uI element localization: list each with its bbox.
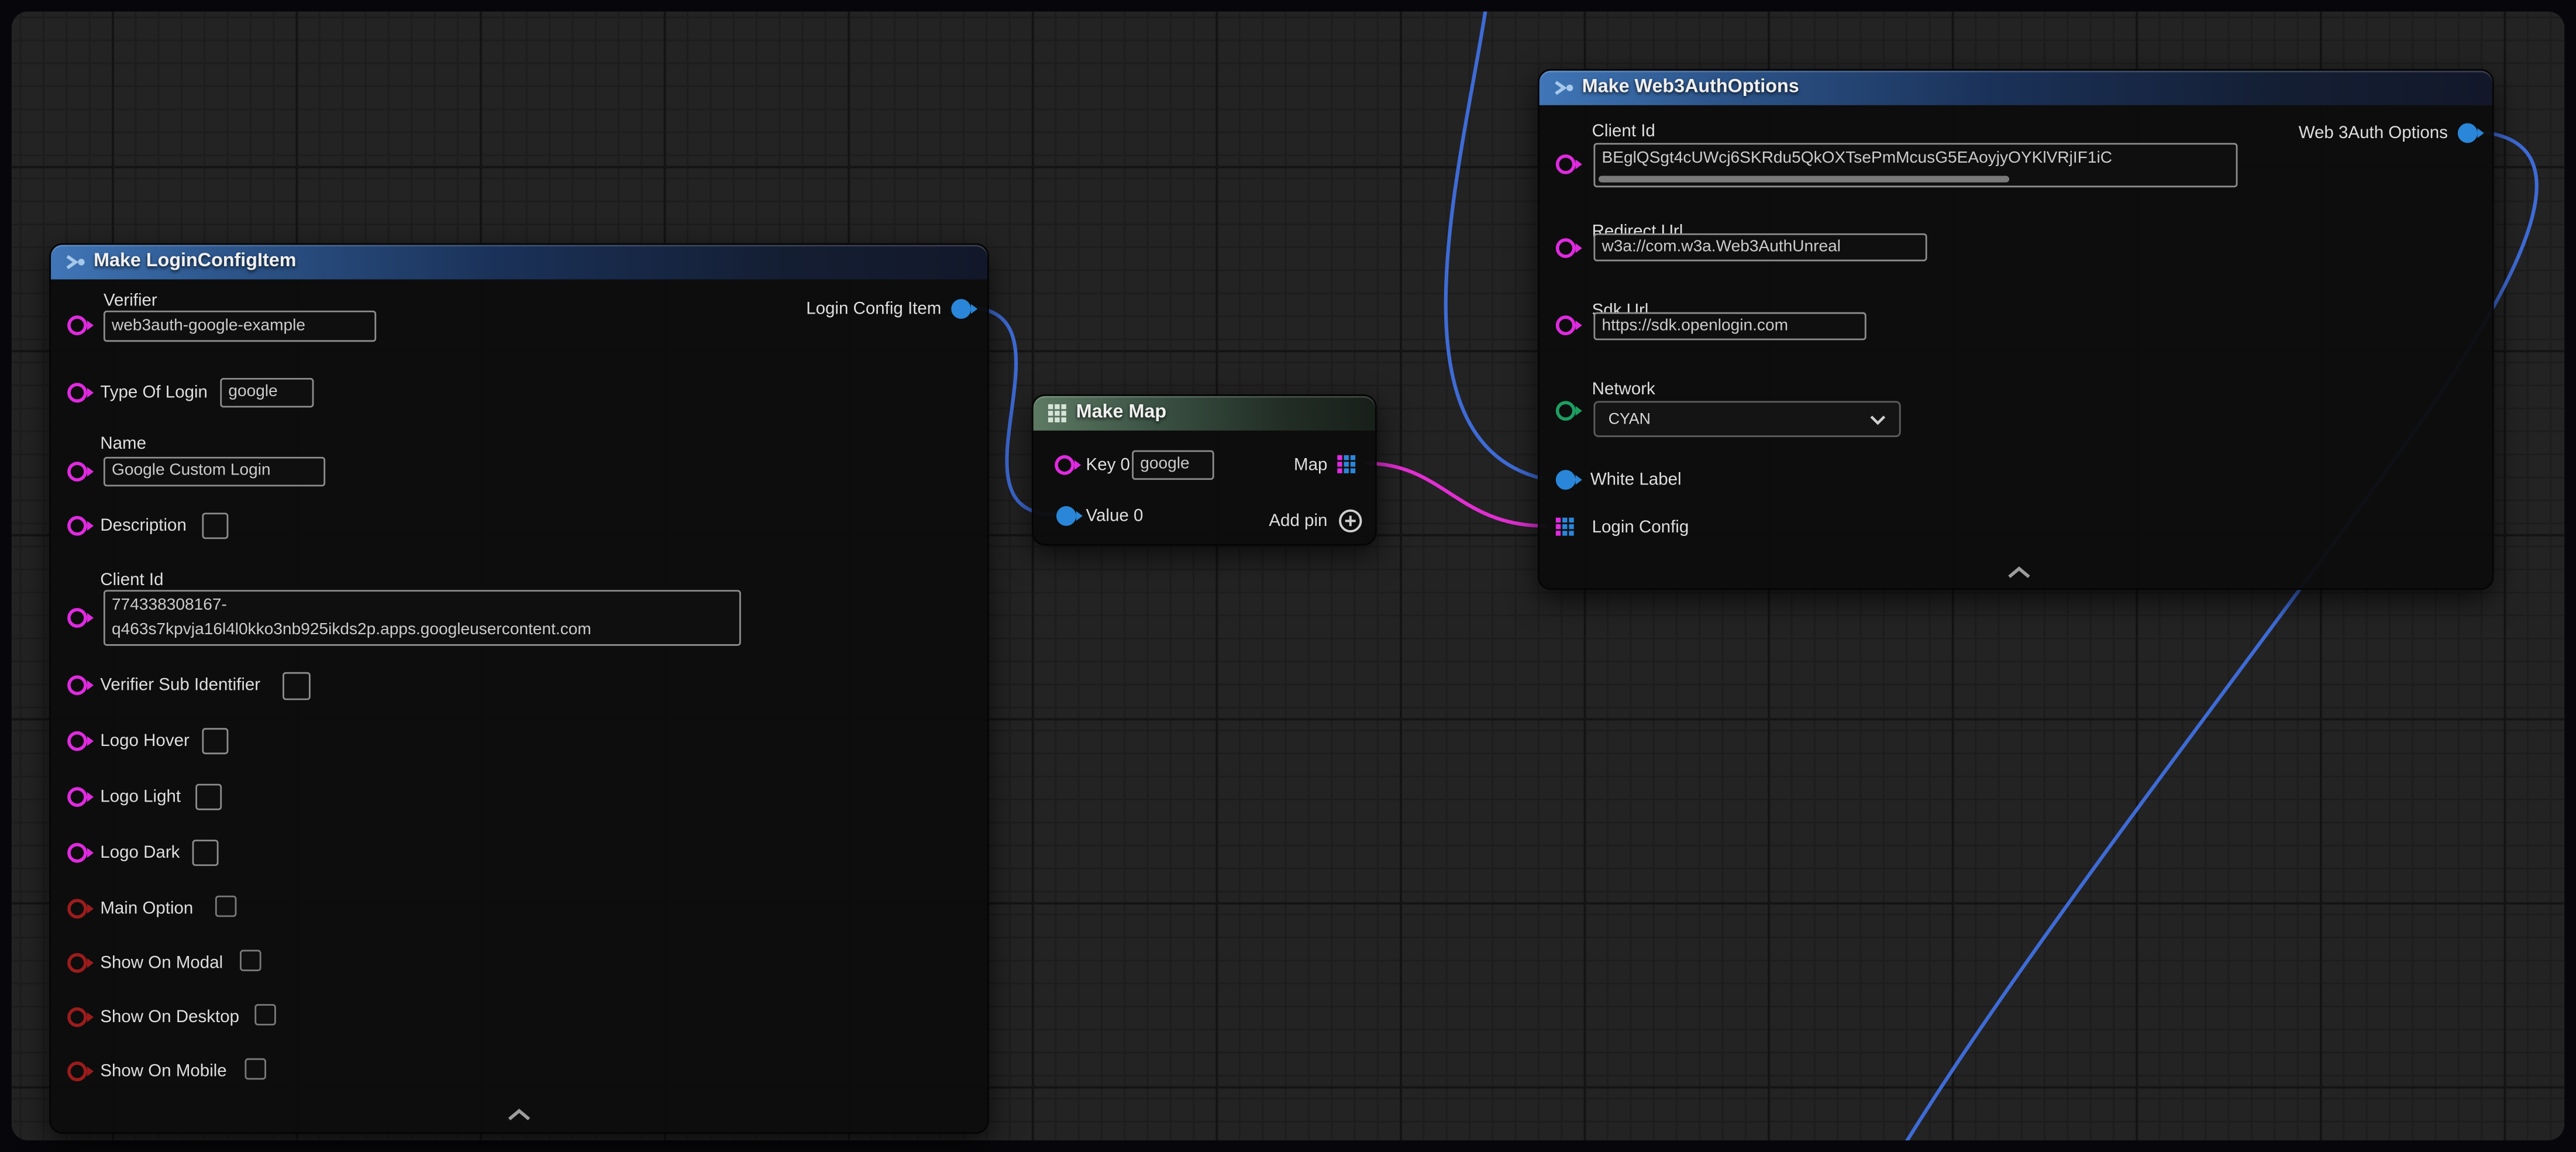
make-struct-icon bbox=[64, 252, 87, 280]
show-on-mobile-label: Show On Mobile bbox=[100, 1060, 226, 1083]
type-of-login-input[interactable]: google bbox=[220, 378, 314, 408]
redirect-url-input[interactable]: w3a://com.w3a.Web3AuthUnreal bbox=[1593, 233, 1927, 262]
logo-hover-input[interactable] bbox=[202, 728, 228, 754]
map-output-pin[interactable] bbox=[1337, 455, 1355, 473]
login-config-item-output-pin[interactable] bbox=[951, 299, 971, 319]
node-header[interactable]: Make Map bbox=[1034, 396, 1375, 431]
logo-hover-pin[interactable] bbox=[67, 731, 87, 751]
name-input[interactable]: Google Custom Login bbox=[104, 457, 325, 487]
value-0-label: Value 0 bbox=[1086, 504, 1144, 527]
show-on-modal-pin[interactable] bbox=[67, 953, 87, 973]
dropdown-chevron-icon bbox=[1869, 413, 1886, 425]
login-config-label: Login Config bbox=[1592, 516, 1689, 539]
client-id-label: Client Id bbox=[100, 569, 163, 592]
key-0-label: Key 0 bbox=[1086, 453, 1130, 476]
web3auth-options-output-pin[interactable] bbox=[2458, 123, 2478, 143]
network-pin[interactable] bbox=[1556, 401, 1576, 421]
logo-light-label: Logo Light bbox=[100, 786, 181, 809]
show-on-desktop-checkbox[interactable] bbox=[254, 1004, 276, 1026]
white-label-label: White Label bbox=[1590, 468, 1682, 491]
map-icon bbox=[1048, 404, 1066, 422]
verifier-label: Verifier bbox=[104, 289, 157, 312]
node-header[interactable]: Make LoginConfigItem bbox=[51, 245, 987, 279]
show-on-modal-checkbox[interactable] bbox=[240, 950, 261, 971]
name-label: Name bbox=[100, 432, 146, 455]
type-of-login-pin[interactable] bbox=[67, 383, 87, 403]
node-title: Make Web3AuthOptions bbox=[1582, 77, 1799, 97]
value-0-pin[interactable] bbox=[1056, 506, 1076, 526]
node-title: Make Map bbox=[1076, 403, 1166, 422]
main-option-checkbox[interactable] bbox=[215, 896, 237, 917]
make-struct-icon bbox=[1552, 77, 1575, 105]
client-id-pin[interactable] bbox=[67, 608, 87, 628]
logo-hover-label: Logo Hover bbox=[100, 730, 190, 752]
client-id-input[interactable]: BEglQSgt4cUWcj6SKRdu5QkOXTsePmMcusG5EAoy… bbox=[1593, 143, 2237, 187]
description-label: Description bbox=[100, 514, 187, 537]
input-scrollbar[interactable] bbox=[1599, 176, 2009, 183]
add-pin-icon[interactable] bbox=[1337, 508, 1363, 542]
description-input[interactable] bbox=[202, 513, 228, 539]
verifier-sub-identifier-input[interactable] bbox=[283, 672, 311, 700]
show-on-desktop-pin[interactable] bbox=[67, 1007, 87, 1027]
sdk-url-input[interactable]: https://sdk.openlogin.com bbox=[1593, 312, 1866, 341]
map-output-label: Map bbox=[1294, 453, 1327, 476]
client-id-input[interactable]: 774338308167- q463s7kpvja16l4l0kko3nb925… bbox=[104, 590, 741, 645]
logo-dark-input[interactable] bbox=[192, 840, 219, 866]
network-label: Network bbox=[1592, 378, 1655, 401]
name-pin[interactable] bbox=[67, 462, 87, 482]
white-label-pin[interactable] bbox=[1556, 470, 1576, 490]
redirect-url-pin[interactable] bbox=[1556, 238, 1576, 258]
add-pin-label: Add pin bbox=[1269, 510, 1327, 532]
key-0-pin[interactable] bbox=[1055, 455, 1075, 475]
verifier-input[interactable]: web3auth-google-example bbox=[104, 311, 376, 342]
node-make-map[interactable]: Make Map Key 0 google Map Value 0 Add pi… bbox=[1032, 394, 1377, 545]
sdk-url-pin[interactable] bbox=[1556, 315, 1576, 335]
type-of-login-label: Type Of Login bbox=[100, 381, 208, 404]
show-on-mobile-pin[interactable] bbox=[67, 1061, 87, 1081]
node-header[interactable]: Make Web3AuthOptions bbox=[1540, 71, 2492, 105]
client-id-pin[interactable] bbox=[1556, 154, 1576, 174]
login-config-pin[interactable] bbox=[1556, 518, 1574, 536]
main-option-label: Main Option bbox=[100, 897, 193, 920]
verifier-sub-identifier-label: Verifier Sub Identifier bbox=[100, 674, 260, 697]
verifier-pin[interactable] bbox=[67, 315, 87, 335]
show-on-desktop-label: Show On Desktop bbox=[100, 1006, 239, 1029]
show-on-modal-label: Show On Modal bbox=[100, 951, 223, 974]
collapse-icon[interactable] bbox=[506, 1101, 532, 1131]
client-id-label: Client Id bbox=[1592, 120, 1655, 143]
logo-light-pin[interactable] bbox=[67, 787, 87, 807]
node-title: Make LoginConfigItem bbox=[94, 252, 296, 271]
show-on-mobile-checkbox[interactable] bbox=[244, 1058, 266, 1080]
output-label: Web 3Auth Options bbox=[2299, 122, 2448, 145]
output-label: Login Config Item bbox=[806, 297, 941, 320]
collapse-icon[interactable] bbox=[2006, 559, 2032, 589]
blueprint-editor: Make LoginConfigItem Verifier web3auth-g… bbox=[0, 0, 2576, 1152]
key-0-input[interactable]: google bbox=[1132, 451, 1214, 480]
logo-dark-label: Logo Dark bbox=[100, 841, 180, 864]
main-option-pin[interactable] bbox=[67, 899, 87, 919]
verifier-sub-identifier-pin[interactable] bbox=[67, 675, 87, 695]
network-dropdown[interactable]: CYAN bbox=[1593, 401, 1900, 437]
node-make-web3authoptions[interactable]: Make Web3AuthOptions Client Id BEglQSgt4… bbox=[1538, 69, 2494, 590]
description-pin[interactable] bbox=[67, 516, 87, 536]
logo-light-input[interactable] bbox=[195, 784, 222, 810]
logo-dark-pin[interactable] bbox=[67, 843, 87, 863]
node-make-loginconfigitem[interactable]: Make LoginConfigItem Verifier web3auth-g… bbox=[49, 243, 989, 1134]
